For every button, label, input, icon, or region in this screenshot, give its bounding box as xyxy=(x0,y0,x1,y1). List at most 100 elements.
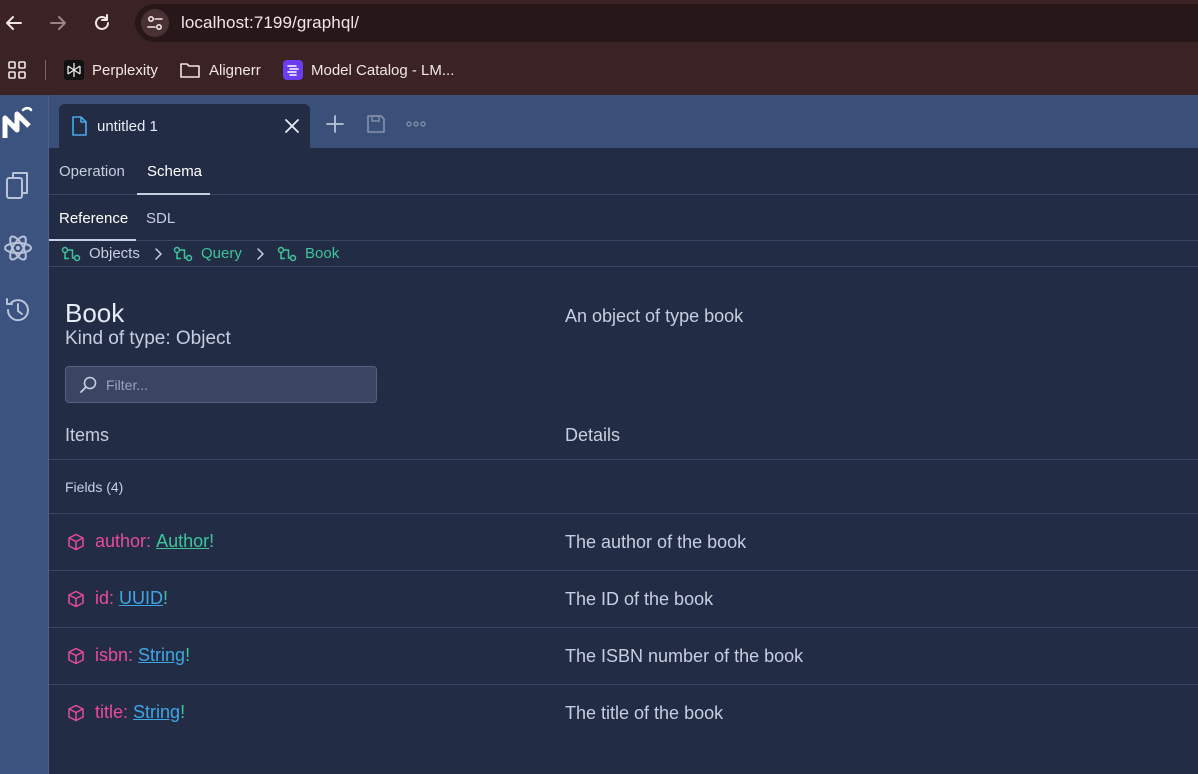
cube-icon xyxy=(68,590,84,607)
tune-icon xyxy=(147,15,163,31)
field-type-link[interactable]: UUID xyxy=(119,588,163,609)
documents-button[interactable] xyxy=(0,167,36,203)
apps-button[interactable] xyxy=(6,58,28,82)
breadcrumb-query[interactable]: Query xyxy=(173,245,242,262)
address-bar[interactable]: localhost:7199/graphql/ xyxy=(135,4,1198,42)
field-type-link[interactable]: String xyxy=(138,645,185,666)
app-logo[interactable] xyxy=(0,105,36,141)
lmstudio-icon xyxy=(283,60,303,80)
arrow-left-icon xyxy=(6,16,22,30)
save-icon xyxy=(367,115,385,133)
perplexity-icon xyxy=(64,60,84,80)
field-description: The title of the book xyxy=(565,703,724,723)
schema-reference-panel: Operation Schema Reference SDL Objects Q… xyxy=(49,148,1198,774)
object-type-icon xyxy=(173,246,193,261)
save-button[interactable] xyxy=(364,112,388,136)
tab-reference[interactable]: Reference xyxy=(59,210,128,227)
more-horizontal-icon xyxy=(406,121,426,127)
search-icon xyxy=(80,376,97,393)
address-row: localhost:7199/graphql/ xyxy=(0,0,1198,46)
site-info-button[interactable] xyxy=(141,9,169,37)
bookmark-perplexity[interactable]: Perplexity xyxy=(64,58,158,82)
non-null-marker: ! xyxy=(180,702,186,722)
bookmark-label: Model Catalog - LM... xyxy=(311,61,455,79)
browser-chrome: localhost:7199/graphql/ Perplexity Align… xyxy=(0,0,1198,95)
field-colon: : xyxy=(109,588,120,608)
chevron-right-icon xyxy=(257,248,264,260)
field-signature: title: String! xyxy=(67,702,185,723)
non-null-marker: ! xyxy=(163,588,169,608)
atom-icon xyxy=(4,235,32,261)
filter-field[interactable] xyxy=(65,366,377,403)
field-row[interactable]: id: UUID! The ID of the book xyxy=(49,570,1198,627)
field-description: The ID of the book xyxy=(565,589,714,609)
tab-operation[interactable]: Operation xyxy=(59,163,125,180)
breadcrumb: Objects Query Book xyxy=(49,241,1198,267)
breadcrumb-label: Query xyxy=(201,245,242,262)
history-icon xyxy=(6,298,29,322)
copy-documents-icon xyxy=(6,172,28,199)
field-name: isbn xyxy=(95,645,129,665)
bookmark-label: Perplexity xyxy=(92,61,158,79)
chevron-right-icon xyxy=(155,248,162,260)
breadcrumb-label: Objects xyxy=(89,245,140,262)
bookmark-separator xyxy=(45,60,46,80)
object-type-icon xyxy=(61,246,81,261)
non-null-marker: ! xyxy=(209,531,215,551)
type-description: An object of type book xyxy=(565,306,744,326)
field-row[interactable]: title: String! The title of the book xyxy=(49,684,1198,741)
bookmarks-bar: Perplexity Alignerr Model Catalog - LM..… xyxy=(0,46,1198,95)
folder-icon xyxy=(180,63,200,78)
graphql-ide: untitled 1 Operation Schema Reference SD… xyxy=(0,95,1198,774)
field-row[interactable]: isbn: String! The ISBN number of the boo… xyxy=(49,627,1198,684)
breadcrumb-label: Book xyxy=(305,245,340,262)
chilicream-logo-icon xyxy=(2,106,33,138)
field-name: author xyxy=(95,531,147,551)
schema-sub-tabs: Reference SDL xyxy=(49,195,1198,241)
bookmark-model-catalog[interactable]: Model Catalog - LM... xyxy=(283,58,454,82)
items-column-header: Items xyxy=(65,425,110,445)
field-signature: author: Author! xyxy=(67,531,214,552)
more-options-button[interactable] xyxy=(404,112,428,136)
tab-schema[interactable]: Schema xyxy=(147,163,202,180)
field-row[interactable]: author: Author! The author of the book xyxy=(49,513,1198,570)
breadcrumb-objects[interactable]: Objects xyxy=(61,245,140,262)
field-type-link[interactable]: String xyxy=(133,702,180,723)
type-title: Book xyxy=(65,298,125,328)
document-tab[interactable]: untitled 1 xyxy=(59,104,310,148)
tab-sdl[interactable]: SDL xyxy=(146,210,175,227)
fields-group-label: Fields (4) xyxy=(65,479,124,495)
file-icon xyxy=(72,116,87,136)
main-tabs: Operation Schema xyxy=(49,148,1198,195)
arrow-right-icon xyxy=(50,16,66,30)
field-signature: isbn: String! xyxy=(67,645,190,666)
plus-icon xyxy=(326,115,344,133)
bookmark-label: Alignerr xyxy=(209,61,261,79)
field-signature: id: UUID! xyxy=(67,588,168,609)
field-colon: : xyxy=(123,702,134,722)
field-description: The author of the book xyxy=(565,532,747,552)
url-text[interactable]: localhost:7199/graphql/ xyxy=(181,13,359,33)
history-button[interactable] xyxy=(0,292,36,328)
field-colon: : xyxy=(146,531,157,551)
cube-icon xyxy=(68,704,84,721)
close-icon[interactable] xyxy=(283,117,301,135)
field-colon: : xyxy=(128,645,139,665)
type-kind: Kind of type: Object xyxy=(65,328,231,349)
apps-grid-icon xyxy=(8,61,26,79)
new-tab-button[interactable] xyxy=(323,112,347,136)
breadcrumb-book[interactable]: Book xyxy=(277,245,339,262)
schema-explorer-button[interactable] xyxy=(0,230,36,266)
details-column-header: Details xyxy=(565,425,621,445)
field-name: id xyxy=(95,588,110,608)
field-description: The ISBN number of the book xyxy=(565,646,804,666)
filter-input[interactable] xyxy=(106,375,366,395)
non-null-marker: ! xyxy=(185,645,191,665)
forward-button[interactable] xyxy=(44,9,72,37)
document-tabstrip: untitled 1 xyxy=(49,95,1198,148)
bookmark-alignerr[interactable]: Alignerr xyxy=(179,58,261,82)
reload-button[interactable] xyxy=(88,9,116,37)
field-type-link[interactable]: Author xyxy=(156,531,209,552)
cube-icon xyxy=(68,533,84,550)
back-button[interactable] xyxy=(0,9,28,37)
